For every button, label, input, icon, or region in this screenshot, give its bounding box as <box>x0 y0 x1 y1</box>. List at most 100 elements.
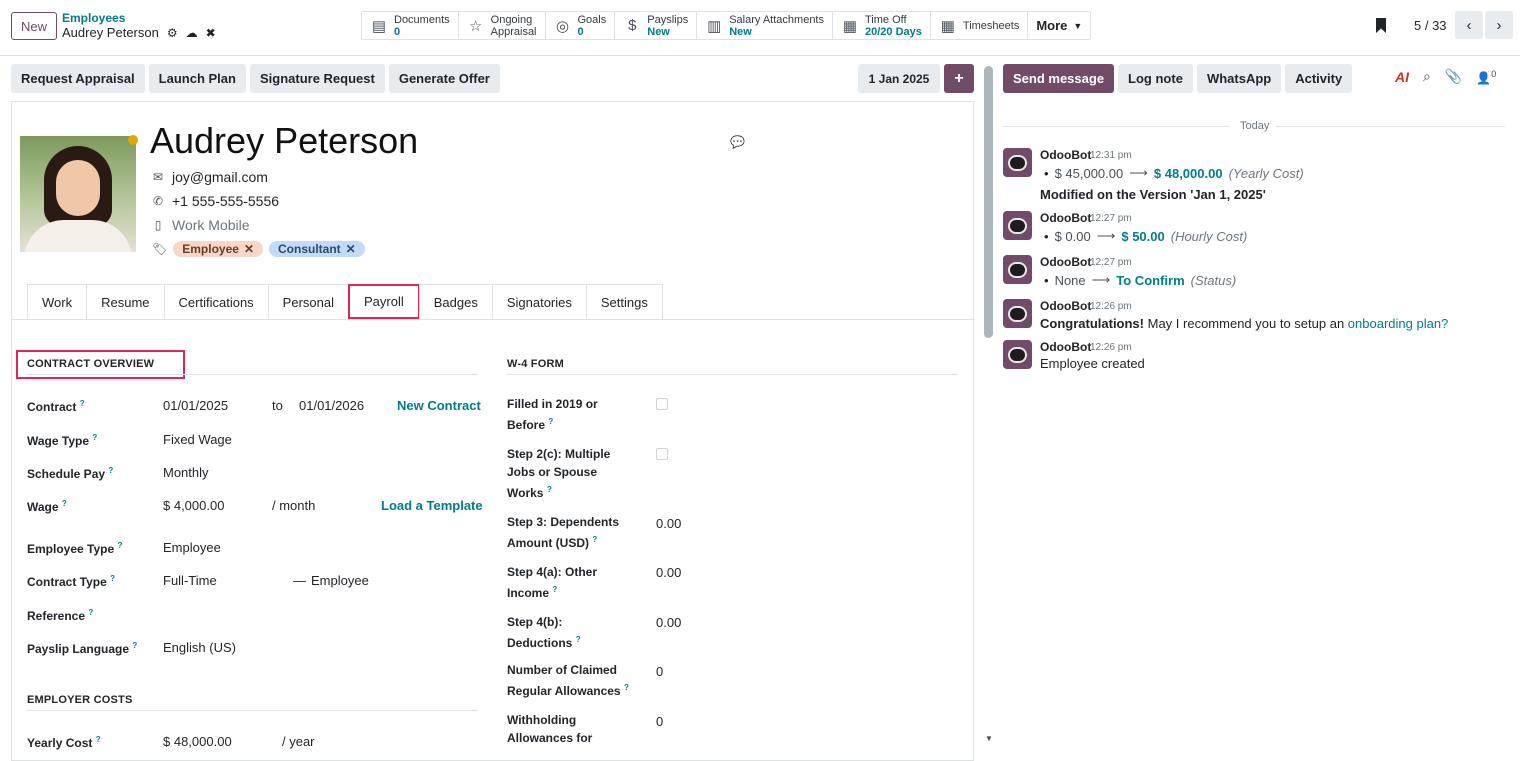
send-message-button[interactable]: Send message <box>1003 64 1115 93</box>
scroll-down-arrow-icon[interactable]: ▼ <box>985 734 993 743</box>
employee-name[interactable]: Audrey Peterson <box>150 120 418 162</box>
withholding-allowances-value[interactable]: 0 <box>656 714 663 729</box>
more-button[interactable]: More ▼ <box>1028 12 1090 39</box>
breadcrumb-employees[interactable]: Employees <box>62 11 125 25</box>
version-date-button[interactable]: 1 Jan 2025 <box>858 64 940 93</box>
employer-costs-heading: EMPLOYER COSTS <box>27 694 133 706</box>
signature-request-button[interactable]: Signature Request <box>249 64 385 93</box>
payslip-language-value[interactable]: English (US) <box>163 640 236 655</box>
timesheets-smart-button[interactable]: ▦ Timesheets <box>931 12 1029 39</box>
message-time: 12:26 pm <box>1090 301 1132 312</box>
mobile-placeholder[interactable]: Work Mobile <box>172 217 250 233</box>
gear-icon[interactable]: ⚙ <box>167 26 178 40</box>
message-bold-text: Congratulations! <box>1040 316 1144 331</box>
star-icon: ☆ <box>468 17 483 35</box>
goals-count: 0 <box>577 25 584 38</box>
onboarding-plan-link[interactable]: onboarding plan? <box>1348 316 1448 331</box>
bookmark-icon[interactable] <box>1376 18 1386 33</box>
message-author[interactable]: OdooBot <box>1040 340 1091 354</box>
new-contract-button[interactable]: New Contract <box>397 398 481 413</box>
odoobot-avatar[interactable] <box>1003 211 1032 240</box>
phone-value[interactable]: +1 555-555-5556 <box>172 193 279 209</box>
filled-2019-label: Filled in 2019 or Before ? <box>507 397 598 432</box>
tag-employee[interactable]: Employee ✕ <box>173 241 263 257</box>
tab-resume[interactable]: Resume <box>86 284 165 319</box>
employee-photo[interactable] <box>20 136 136 252</box>
launch-plan-button[interactable]: Launch Plan <box>148 64 246 93</box>
filled-2019-checkbox[interactable] <box>656 398 668 410</box>
time-off-smart-button[interactable]: ▦ Time Off 20/20 Days <box>833 12 931 39</box>
message-author[interactable]: OdooBot <box>1040 255 1091 269</box>
step-4b-value[interactable]: 0.00 <box>656 615 681 630</box>
odoobot-avatar[interactable] <box>1003 299 1032 328</box>
tab-personal[interactable]: Personal <box>267 284 349 319</box>
odoobot-avatar[interactable] <box>1003 255 1032 284</box>
appraisal-smart-button[interactable]: ☆ Ongoing Appraisal <box>459 12 546 39</box>
cloud-upload-icon[interactable]: ☁ <box>186 26 198 40</box>
remove-tag-icon[interactable]: ✕ <box>346 242 356 256</box>
employee-type-value[interactable]: Employee <box>163 540 221 555</box>
ai-icon[interactable]: AI <box>1395 69 1409 85</box>
tab-badges[interactable]: Badges <box>418 284 493 319</box>
claimed-allowances-value[interactable]: 0 <box>656 664 663 679</box>
wage-value[interactable]: $ 4,000.00 <box>163 498 224 513</box>
whatsapp-button[interactable]: WhatsApp <box>1196 64 1282 93</box>
wage-type-value[interactable]: Fixed Wage <box>163 432 232 447</box>
tag-consultant[interactable]: Consultant ✕ <box>269 241 365 257</box>
tab-signatories[interactable]: Signatories <box>491 284 587 319</box>
tab-certifications[interactable]: Certifications <box>163 284 269 319</box>
email-field[interactable]: ✉ joy@gmail.com <box>152 169 268 185</box>
chat-icon[interactable]: 💬 <box>730 135 745 149</box>
step-3-value[interactable]: 0.00 <box>656 516 681 531</box>
tags-field[interactable]: 🏷 Employee ✕ Consultant ✕ <box>152 241 365 257</box>
followers-count: 0 <box>1491 68 1497 79</box>
message-author[interactable]: OdooBot <box>1040 148 1091 162</box>
employee-type-label: Employee Type ? <box>27 541 123 556</box>
calendar-icon: ▦ <box>940 17 955 35</box>
contract-start-date[interactable]: 01/01/2025 <box>163 398 228 413</box>
tracked-field: (Status) <box>1190 272 1237 288</box>
activity-button[interactable]: Activity <box>1285 64 1353 93</box>
message-author[interactable]: OdooBot <box>1040 211 1091 225</box>
add-version-button[interactable]: + <box>944 64 974 93</box>
goals-smart-button[interactable]: ◎ Goals 0 <box>546 12 616 39</box>
followers-button[interactable]: 👤0 <box>1476 69 1496 85</box>
mobile-field[interactable]: ▯ Work Mobile <box>152 217 250 233</box>
employee-form-sheet: Audrey Peterson 💬 ✉ joy@gmail.com ✆ +1 5… <box>11 101 974 761</box>
request-appraisal-button[interactable]: Request Appraisal <box>11 64 145 93</box>
log-note-button[interactable]: Log note <box>1118 64 1193 93</box>
generate-offer-button[interactable]: Generate Offer <box>388 64 500 93</box>
schedule-pay-value[interactable]: Monthly <box>163 465 209 480</box>
odoobot-avatar[interactable] <box>1003 340 1032 369</box>
contract-type-dash: — <box>293 573 306 588</box>
message-author[interactable]: OdooBot <box>1040 299 1091 313</box>
tab-payroll[interactable]: Payroll <box>347 284 420 319</box>
email-value[interactable]: joy@gmail.com <box>172 169 268 185</box>
step-4b-label: Step 4(b): Deductions ? <box>507 615 581 650</box>
pager-value[interactable]: 5 / 33 <box>1414 18 1447 33</box>
contract-type-value[interactable]: Full-Time <box>163 573 217 588</box>
contract-end-date[interactable]: 01/01/2026 <box>299 398 364 413</box>
search-icon[interactable]: ⌕ <box>1423 68 1431 85</box>
new-button[interactable]: New <box>11 12 57 40</box>
phone-field[interactable]: ✆ +1 555-555-5556 <box>152 193 279 209</box>
new-value: $ 50.00 <box>1121 228 1165 244</box>
documents-smart-button[interactable]: ▤ Documents 0 <box>362 12 459 39</box>
next-record-button[interactable]: › <box>1485 11 1513 39</box>
scrollbar-thumb[interactable] <box>984 66 993 338</box>
previous-record-button[interactable]: ‹ <box>1455 11 1483 39</box>
salary-attachments-smart-button[interactable]: ▥ Salary Attachments New <box>697 12 833 39</box>
tab-settings[interactable]: Settings <box>585 284 663 319</box>
step-4a-value[interactable]: 0.00 <box>656 565 681 580</box>
contract-type-sub-value[interactable]: Employee <box>311 573 369 588</box>
load-template-button[interactable]: Load a Template <box>381 498 483 513</box>
remove-tag-icon[interactable]: ✕ <box>244 242 254 256</box>
paperclip-icon[interactable]: 📎 <box>1445 68 1462 85</box>
odoobot-avatar[interactable] <box>1003 148 1032 177</box>
form-scrollbar[interactable]: ▼ <box>984 66 993 743</box>
payslips-smart-button[interactable]: $ Payslips New <box>615 12 698 39</box>
close-icon[interactable]: ✖ <box>206 26 216 40</box>
step-2c-checkbox[interactable] <box>656 448 668 460</box>
reference-field[interactable] <box>163 607 303 623</box>
tab-work[interactable]: Work <box>27 284 88 319</box>
